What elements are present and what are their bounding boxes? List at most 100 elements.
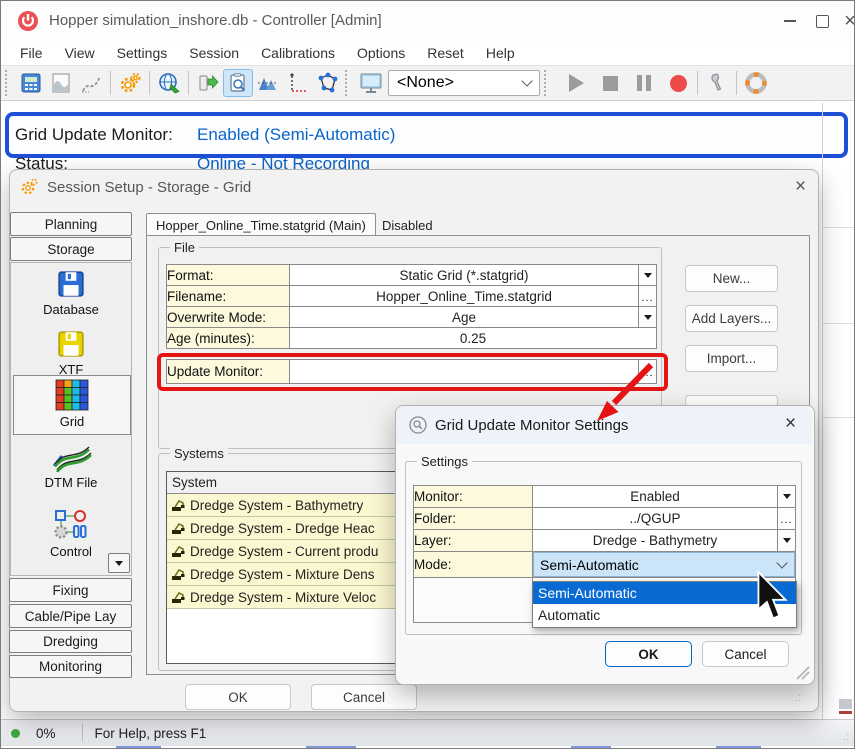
background-gridline: [823, 417, 855, 418]
overwrite-mode-value[interactable]: Age: [290, 307, 639, 328]
echogram-icon: [49, 71, 73, 95]
menu-settings[interactable]: Settings: [106, 41, 179, 65]
monitor-dialog-close[interactable]: ×: [785, 415, 796, 433]
session-dialog-close[interactable]: ×: [795, 178, 806, 196]
devices-button[interactable]: [16, 69, 46, 97]
grid-update-monitor-label: Grid Update Monitor:: [15, 125, 173, 145]
menu-session[interactable]: Session: [178, 41, 250, 65]
menu-file[interactable]: File: [9, 41, 54, 65]
chevron-down-icon: [776, 557, 787, 568]
toolbar-divider: [736, 71, 737, 95]
mountains-icon: [256, 71, 280, 95]
toolbar-divider: [188, 71, 189, 95]
sidebar-more-button[interactable]: [108, 553, 130, 573]
system-row-label: Dredge System - Dredge Heac: [190, 521, 375, 536]
settings-gears-button[interactable]: [115, 69, 145, 97]
sidebar-item-monitoring[interactable]: Monitoring: [9, 655, 132, 678]
background-gridline: [822, 103, 823, 719]
sidebar-item-grid-selected[interactable]: Grid: [13, 375, 131, 435]
dtm-file-icon: [50, 442, 92, 472]
close-button[interactable]: ×: [833, 1, 855, 41]
play-button[interactable]: [561, 69, 591, 97]
systems-group-legend: Systems: [170, 446, 228, 461]
resize-grip[interactable]: ∙∙∙: [795, 693, 809, 707]
settings-group-legend: Settings: [417, 454, 472, 469]
device-select[interactable]: <None>: [388, 70, 540, 96]
layer-dropdown-button[interactable]: [778, 530, 796, 552]
overwrite-dropdown-button[interactable]: [639, 307, 657, 328]
toolbar-grip[interactable]: [345, 70, 352, 96]
format-dropdown-button[interactable]: [639, 265, 657, 286]
progress-value: 0%: [36, 726, 56, 741]
folder-browse-button[interactable]: ...: [778, 508, 796, 530]
pause-button[interactable]: [629, 69, 659, 97]
record-button[interactable]: [663, 69, 693, 97]
export-button[interactable]: [193, 69, 223, 97]
sidebar-item-xtf[interactable]: XTF: [10, 329, 132, 377]
status-bar: 0% For Help, press F1 ∙∙∙: [1, 719, 855, 746]
minimize-icon: [784, 20, 796, 22]
tab-main-grid[interactable]: Hopper_Online_Time.statgrid (Main): [146, 213, 376, 236]
resize-grip[interactable]: [793, 663, 811, 681]
resize-grip[interactable]: ∙∙∙: [843, 732, 850, 742]
sidebar-label: Monitoring: [39, 659, 102, 674]
database-floppy-icon: [56, 269, 86, 299]
ruler-button[interactable]: [283, 69, 313, 97]
stop-button[interactable]: [595, 69, 625, 97]
age-minutes-value[interactable]: 0.25: [290, 328, 657, 349]
minimize-button[interactable]: [773, 1, 807, 41]
new-button[interactable]: New...: [685, 265, 778, 292]
menu-view[interactable]: View: [54, 41, 106, 65]
tab-disabled[interactable]: Disabled: [373, 215, 442, 236]
echogram-button[interactable]: [46, 69, 76, 97]
session-ok-button[interactable]: OK: [185, 684, 291, 710]
filename-browse-button[interactable]: ...: [639, 286, 657, 307]
sidebar-item-dredging[interactable]: Dredging: [9, 630, 132, 653]
session-cancel-button[interactable]: Cancel: [311, 684, 417, 710]
add-layers-button[interactable]: Add Layers...: [685, 305, 778, 332]
targets-button[interactable]: [223, 69, 253, 97]
menu-options[interactable]: Options: [346, 41, 416, 65]
import-button[interactable]: Import...: [685, 345, 778, 372]
geodesy-button[interactable]: [154, 69, 184, 97]
triangle-down-icon: [783, 538, 791, 543]
toolbar-grip[interactable]: [5, 70, 12, 96]
help-button[interactable]: [741, 69, 771, 97]
soundings-button[interactable]: [253, 69, 283, 97]
menu-help[interactable]: Help: [475, 41, 526, 65]
monitor-dropdown-button[interactable]: [778, 486, 796, 508]
sidebar-item-database[interactable]: Database: [10, 269, 132, 317]
display-button[interactable]: [356, 69, 386, 97]
ellipsis-icon: ...: [641, 292, 653, 304]
format-value[interactable]: Static Grid (*.statgrid): [290, 265, 639, 286]
filename-value[interactable]: Hopper_Online_Time.statgrid: [290, 286, 639, 307]
stop-icon: [603, 76, 618, 91]
status-dot-icon: [11, 729, 20, 738]
menu-calibrations[interactable]: Calibrations: [250, 41, 346, 65]
network-button[interactable]: [313, 69, 343, 97]
field-label: Monitor:: [414, 486, 533, 508]
field-label: Layer:: [414, 530, 533, 552]
toolbar-grip[interactable]: [544, 70, 551, 96]
sidebar-item-dtm[interactable]: DTM File: [10, 442, 132, 490]
tools-button[interactable]: [702, 69, 732, 97]
sidebar-item-planning[interactable]: Planning: [10, 212, 132, 236]
monitor-ok-button[interactable]: OK: [605, 641, 692, 667]
dredge-icon: [171, 568, 185, 581]
triangle-down-icon: [644, 315, 652, 320]
sidebar-label: Cable/Pipe Lay: [25, 609, 117, 624]
sidebar-label: Storage: [47, 242, 94, 257]
sidebar-item-fixing[interactable]: Fixing: [9, 578, 132, 602]
menu-reset[interactable]: Reset: [416, 41, 475, 65]
sidebar-item-cable-pipe-lay[interactable]: Cable/Pipe Lay: [9, 604, 132, 628]
route-button[interactable]: [76, 69, 106, 97]
table-row: Overwrite Mode: Age: [167, 307, 657, 328]
sidebar-item-storage[interactable]: Storage: [10, 237, 132, 261]
system-row-label: Dredge System - Bathymetry: [190, 498, 363, 513]
sidebar-item-control[interactable]: Control: [10, 509, 132, 559]
monitor-cancel-button[interactable]: Cancel: [702, 641, 789, 667]
folder-value[interactable]: ../QGUP: [533, 508, 778, 530]
export-icon: [196, 71, 220, 95]
layer-value[interactable]: Dredge - Bathymetry: [533, 530, 778, 552]
monitor-value[interactable]: Enabled: [533, 486, 778, 508]
